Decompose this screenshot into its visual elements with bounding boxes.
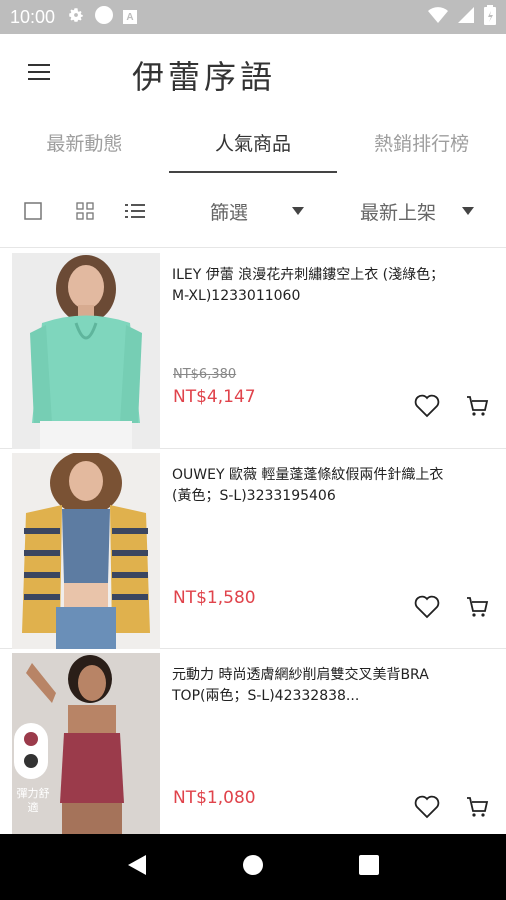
product-list: ILEY 伊蕾 浪漫花卉刺繡鏤空上衣 (淺綠色；M-XL)1233011060 … — [0, 249, 506, 834]
product-price: NT$1,580 — [173, 588, 256, 608]
settings-gear-icon — [67, 6, 85, 28]
tab-popular-products[interactable]: 人氣商品 — [168, 110, 338, 174]
product-price: NT$1,080 — [173, 788, 256, 808]
list-icon — [125, 203, 145, 218]
single-view-button[interactable] — [18, 196, 48, 226]
tab-latest-news[interactable]: 最新動態 — [0, 110, 169, 174]
signal-icon — [458, 7, 474, 27]
product-old-price: NT$6,380 — [173, 367, 237, 382]
system-nav-bar — [0, 834, 506, 900]
wifi-icon — [428, 7, 448, 27]
cart-icon — [467, 797, 489, 817]
status-time: 10:00 — [10, 6, 56, 27]
hamburger-menu-icon — [28, 64, 50, 80]
dropdown-arrow-icon — [292, 207, 305, 215]
dropdown-arrow-icon — [462, 207, 475, 215]
image-badge: 彈力舒適 — [16, 787, 50, 814]
recents-button[interactable] — [358, 854, 380, 880]
product-row[interactable]: OUWEY 歐薇 輕量蓬蓬條紋假兩件針織上衣 (黃色；S-L)323319540… — [0, 449, 506, 649]
menu-button[interactable] — [16, 49, 62, 95]
product-image[interactable] — [12, 253, 160, 449]
filter-dropdown[interactable]: 篩選 — [210, 174, 305, 248]
favorite-button[interactable] — [412, 391, 442, 421]
home-button[interactable] — [241, 853, 265, 881]
back-triangle-icon — [128, 855, 147, 875]
product-price: NT$4,147 — [173, 387, 256, 407]
product-row[interactable]: ILEY 伊蕾 浪漫花卉刺繡鏤空上衣 (淺綠色；M-XL)1233011060 … — [0, 249, 506, 449]
home-circle-icon — [242, 855, 263, 875]
tab-best-sellers[interactable]: 熱銷排行榜 — [337, 110, 506, 174]
list-toolbar: 篩選 最新上架 — [0, 174, 506, 248]
add-to-cart-button[interactable] — [462, 792, 492, 822]
circle-icon — [95, 6, 114, 28]
heart-icon — [414, 595, 440, 619]
heart-icon — [414, 394, 440, 418]
list-view-button[interactable] — [120, 196, 150, 226]
heart-icon — [414, 795, 440, 819]
a-box-icon: A — [123, 10, 138, 24]
square-icon — [24, 201, 42, 220]
product-name[interactable]: OUWEY 歐薇 輕量蓬蓬條紋假兩件針織上衣 (黃色；S-L)323319540… — [172, 465, 452, 507]
app-bar: 伊蕾序語 — [0, 34, 506, 110]
cart-icon — [467, 396, 489, 416]
recents-square-icon — [358, 855, 379, 875]
battery-icon — [484, 5, 496, 29]
favorite-button[interactable] — [412, 592, 442, 622]
filter-label: 篩選 — [210, 201, 249, 224]
product-name[interactable]: ILEY 伊蕾 浪漫花卉刺繡鏤空上衣 (淺綠色；M-XL)1233011060 — [172, 265, 452, 307]
cart-icon — [467, 597, 489, 617]
back-button[interactable] — [126, 853, 148, 881]
tab-bar: 最新動態 人氣商品 熱銷排行榜 — [0, 110, 506, 174]
product-row[interactable]: 彈力舒適 元動力 時尚透膚網紗削肩雙交叉美背BRA TOP(兩色；S-L)423… — [0, 649, 506, 834]
product-image[interactable] — [12, 453, 160, 649]
grid-view-button[interactable] — [70, 196, 100, 226]
sort-dropdown[interactable]: 最新上架 — [360, 174, 475, 248]
grid-icon — [76, 201, 94, 220]
add-to-cart-button[interactable] — [462, 592, 492, 622]
app-title: 伊蕾序語 — [132, 58, 277, 96]
product-name[interactable]: 元動力 時尚透膚網紗削肩雙交叉美背BRA TOP(兩色；S-L)42332838… — [172, 665, 452, 707]
product-image[interactable]: 彈力舒適 — [12, 653, 160, 834]
sort-label: 最新上架 — [360, 201, 437, 224]
add-to-cart-button[interactable] — [462, 391, 492, 421]
status-bar: 10:00 A — [0, 0, 506, 34]
favorite-button[interactable] — [412, 792, 442, 822]
